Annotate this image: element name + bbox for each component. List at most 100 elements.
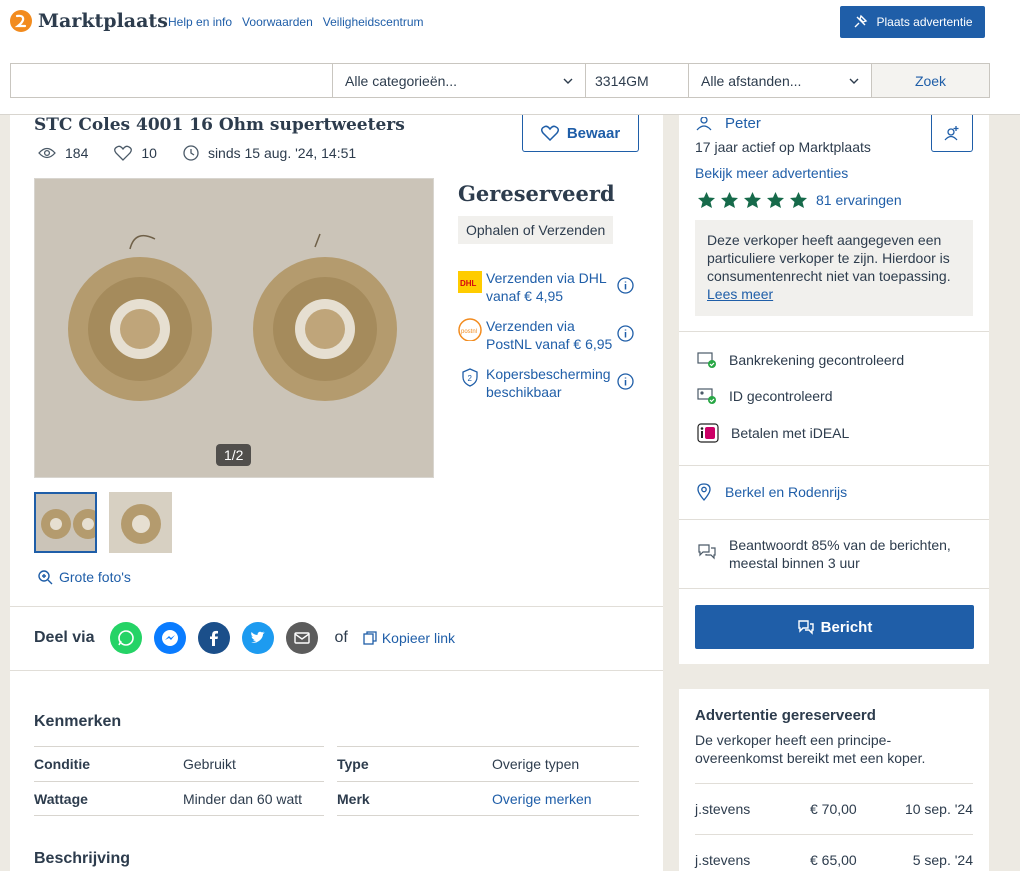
share-or: of [334,629,348,646]
section-divider [679,519,989,520]
heart-icon [540,125,559,141]
listing-title: STC Coles 4001 16 Ohm supertweeters [34,115,405,135]
verification-bank: Bankrekening gecontroleerd [697,351,904,369]
protection-line: Kopersbescherming [486,366,611,382]
svg-text:2: 2 [468,374,473,383]
seller-panel: Peter 17 jaar actief op Marktplaats Beki… [679,115,989,664]
bid-user: j.stevens [695,852,751,868]
large-photos-link[interactable]: Grote foto's [38,569,131,585]
svg-text:postnl: postnl [461,329,477,335]
twitter-share-button[interactable] [242,622,275,654]
section-divider [10,670,663,671]
distance-value: Alle afstanden... [701,72,802,89]
seller-name-row[interactable]: Peter [695,115,761,132]
photo-counter: 1/2 [216,444,252,466]
category-select[interactable]: Alle categorieën... [333,64,586,97]
read-more-link[interactable]: Lees meer [707,286,773,302]
verification-label: Betalen met iDEAL [731,425,850,441]
safety-link[interactable]: Veiligheidscentrum [323,15,424,29]
shield-icon: 2 [462,368,478,387]
listing-date: sinds 15 aug. '24, 14:51 [207,145,357,161]
location-pin-icon [697,483,711,501]
reserved-title: Advertentie gereserveerd [695,707,876,724]
characteristic-name: Conditie [34,756,90,772]
search-button[interactable]: Zoek [872,64,989,97]
favorites-count: 10 [141,145,157,161]
buyer-protection[interactable]: 2 Kopersbescherming beschikbaar [458,365,638,401]
chat-icon [797,620,814,635]
terms-link[interactable]: Voorwaarden [242,15,313,29]
whatsapp-share-button[interactable] [110,622,143,654]
place-ad-label: Plaats advertentie [876,15,973,29]
follow-user-icon [944,126,959,141]
share-row: Deel via of Kopieer link [34,622,455,654]
private-seller-note: Deze verkoper heeft aangegeven een parti… [695,220,973,316]
message-button[interactable]: Bericht [695,605,974,649]
more-ads-link[interactable]: Bekijk meer advertenties [695,165,848,181]
top-links: Help en info Voorwaarden Veiligheidscent… [168,15,424,29]
listing-status: Gereserveerd [458,181,615,206]
reviews-link[interactable]: 81 ervaringen [816,192,902,208]
whatsapp-icon [118,630,135,646]
clock-icon [183,145,199,161]
shipping-line: Verzenden via DHL [486,270,607,286]
category-value: Alle categorieën... [345,72,458,89]
large-photos-label: Grote foto's [59,569,131,585]
info-icon[interactable] [617,325,634,342]
main-photo[interactable]: 1/2 [34,178,434,478]
section-divider [679,465,989,466]
facebook-share-button[interactable] [198,622,231,654]
response-rate: Beantwoordt 85% van de berichten, meesta… [697,536,951,572]
marktplaats-logo[interactable]: Marktplaats [10,10,168,32]
place-ad-button[interactable]: Plaats advertentie [840,6,985,38]
help-link[interactable]: Help en info [168,15,232,29]
section-divider [10,606,663,607]
bank-verified-icon [697,352,716,368]
shipping-line: vanaf € 4,95 [486,288,564,304]
logo-icon [10,10,32,32]
reserved-subtitle: De verkoper heeft een principe-overeenko… [695,732,926,766]
product-photo [35,179,433,477]
email-share-button[interactable] [286,622,319,654]
info-icon[interactable] [617,373,634,390]
seller-name: Peter [725,115,761,132]
copy-link-button[interactable]: Kopieer link [362,630,455,646]
response-line: meestal binnen 3 uur [729,555,860,571]
brand-link[interactable]: Overige merken [492,791,592,807]
date-stat: sinds 15 aug. '24, 14:51 [183,145,356,161]
photo-thumbnail[interactable] [34,492,97,553]
listing-panel: STC Coles 4001 16 Ohm supertweeters 184 … [10,115,663,871]
save-button[interactable]: Bewaar [522,115,639,152]
chevron-down-icon [849,78,859,84]
messenger-share-button[interactable] [154,622,187,654]
postcode-input[interactable]: 3314GM [586,64,689,97]
photo-thumbnail[interactable] [109,492,172,553]
brand-name: Marktplaats [38,10,168,32]
bid-user: j.stevens [695,801,751,817]
chevron-down-icon [563,78,573,84]
seller-location[interactable]: Berkel en Rodenrijs [697,483,847,501]
star-icon [767,192,784,208]
star-icon [721,192,738,208]
user-icon [696,116,712,130]
shipping-dhl[interactable]: DHL Verzenden via DHL vanaf € 4,95 [458,269,638,305]
characteristic-value: Minder dan 60 watt [183,790,303,807]
characteristic-value: Overige typen [492,756,580,772]
messenger-icon [162,630,179,646]
protection-line: beschikbaar [486,384,562,400]
seller-rating[interactable]: 81 ervaringen [697,191,902,209]
distance-select[interactable]: Alle afstanden... [689,64,872,97]
follow-seller-button[interactable] [931,115,973,152]
bid-amount: € 65,00 [810,852,857,868]
message-label: Bericht [820,618,873,636]
star-icon [698,192,715,208]
characteristic-name: Merk [337,790,370,807]
svg-text:DHL: DHL [460,279,477,288]
info-icon[interactable] [617,277,634,294]
verification-label: ID gecontroleerd [729,388,833,404]
search-input[interactable] [11,64,333,97]
save-label: Bewaar [566,124,621,142]
zoom-icon [38,569,53,584]
shipping-postnl[interactable]: postnl Verzenden via PostNL vanaf € 6,95 [458,317,638,353]
ideal-icon [697,423,719,443]
